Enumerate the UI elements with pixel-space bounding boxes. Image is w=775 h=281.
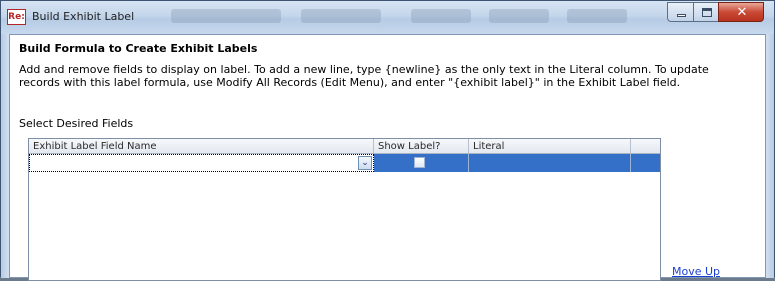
maximize-icon — [702, 8, 712, 17]
title-bar[interactable]: Re: Build Exhibit Label ✕ — [1, 1, 774, 34]
window-title: Build Exhibit Label — [32, 10, 135, 23]
app-logo-icon: Re: — [7, 9, 26, 25]
dialog-window: Re: Build Exhibit Label ✕ Build Formula … — [0, 0, 775, 281]
title-bar-blur — [567, 9, 627, 23]
dialog-body: Build Formula to Create Exhibit Labels A… — [9, 34, 766, 281]
column-header-field-name[interactable]: Exhibit Label Field Name — [29, 139, 374, 154]
close-button[interactable]: ✕ — [718, 2, 764, 22]
move-up-link[interactable]: Move Up — [672, 265, 720, 278]
field-name-combo[interactable]: ⌄ — [29, 154, 374, 172]
fields-grid[interactable]: Exhibit Label Field Name Show Label? Lit… — [28, 138, 661, 281]
row-selection-filler — [631, 154, 660, 172]
title-bar-blur — [171, 9, 281, 23]
minimize-button[interactable] — [667, 2, 694, 22]
title-bar-blur — [411, 9, 471, 23]
chevron-down-icon[interactable]: ⌄ — [358, 156, 372, 170]
column-header-filler — [631, 139, 660, 154]
show-label-cell[interactable] — [374, 154, 469, 172]
title-bar-blur — [489, 9, 549, 23]
column-header-literal[interactable]: Literal — [469, 139, 631, 154]
dialog-heading: Build Formula to Create Exhibit Labels — [19, 42, 258, 55]
column-header-show-label[interactable]: Show Label? — [374, 139, 469, 154]
show-label-checkbox[interactable] — [414, 157, 425, 168]
minimize-icon — [677, 14, 686, 17]
maximize-button[interactable] — [693, 2, 719, 22]
close-icon: ✕ — [736, 5, 748, 20]
window-frame-right — [766, 34, 774, 278]
literal-cell[interactable] — [469, 154, 631, 172]
dialog-description: Add and remove fields to display on labe… — [19, 63, 709, 89]
title-bar-blur — [301, 9, 381, 23]
window-frame-left — [1, 34, 9, 278]
section-label: Select Desired Fields — [19, 117, 134, 130]
